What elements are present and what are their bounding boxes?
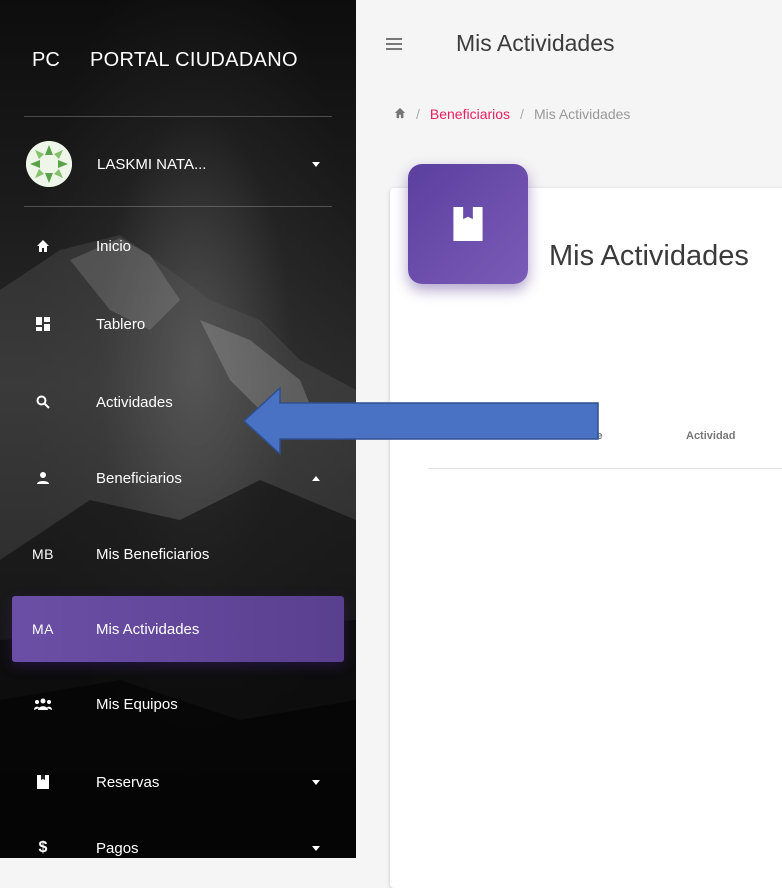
sidebar-item-abbr: MB — [32, 546, 54, 562]
sidebar-item-beneficiarios[interactable]: Beneficiarios — [12, 456, 344, 500]
sidebar-item-label: Tablero — [96, 315, 146, 333]
brand-mini: PC — [32, 48, 60, 71]
sidebar-item-label: Mis Equipos — [96, 695, 178, 713]
sidebar-item-actividades[interactable]: Actividades — [12, 380, 344, 424]
dollar-icon: $ — [38, 839, 48, 856]
sidebar-divider — [24, 206, 332, 207]
activities-card — [390, 188, 782, 888]
chevron-up-icon — [312, 475, 320, 481]
card-header-icon — [408, 164, 528, 284]
sidebar-item-label: Beneficiarios — [96, 469, 182, 487]
dashboard-icon — [32, 313, 54, 335]
avatar-image — [26, 141, 72, 187]
sidebar-item-label: Mis Beneficiarios — [96, 545, 210, 563]
avatar — [26, 141, 72, 187]
group-icon — [32, 693, 54, 715]
sidebar-item-label: Pagos — [96, 839, 139, 857]
brand[interactable]: PC PORTAL CIUDADANO — [0, 40, 356, 80]
table-header-index: # — [497, 430, 504, 442]
sidebar-item-tablero[interactable]: Tablero — [12, 302, 344, 346]
sidebar-item-label: Inicio — [96, 237, 132, 255]
table-header-actividad[interactable]: Actividad — [686, 430, 736, 442]
sidebar: PC PORTAL CIUDADANO LASKMI NATA... Inici… — [0, 0, 356, 858]
card-title: Mis Actividades — [549, 240, 749, 272]
search-icon — [32, 391, 54, 413]
sidebar-item-label: Mis Actividades — [96, 620, 200, 638]
sidebar-item-abbr: MA — [32, 621, 54, 637]
breadcrumb-separator: / — [416, 106, 420, 122]
bookmark-icon — [32, 771, 54, 793]
bookmark-icon — [453, 207, 483, 241]
top-navbar: Mis Actividades — [356, 0, 782, 90]
home-icon[interactable] — [394, 106, 406, 122]
breadcrumb-link-beneficiarios[interactable]: Beneficiarios — [430, 106, 510, 122]
sidebar-item-mis-beneficiarios[interactable]: MB Mis Beneficiarios — [12, 532, 344, 576]
sidebar-item-reservas[interactable]: Reservas — [12, 760, 344, 804]
sidebar-item-inicio[interactable]: Inicio — [12, 224, 344, 268]
table-header-nombre[interactable]: Nombre — [561, 430, 603, 442]
sidebar-item-label: Actividades — [96, 393, 173, 411]
table-header-divider — [428, 468, 782, 469]
sidebar-item-pagos[interactable]: $ Pagos — [12, 826, 344, 858]
sidebar-divider — [24, 116, 332, 117]
user-name: LASKMI NATA... — [97, 155, 207, 173]
sidebar-item-mis-equipos[interactable]: Mis Equipos — [12, 682, 344, 726]
home-icon — [32, 235, 54, 257]
page-title: Mis Actividades — [456, 30, 615, 56]
menu-icon[interactable] — [386, 38, 402, 50]
person-icon — [32, 467, 54, 489]
chevron-down-icon — [312, 779, 320, 785]
chevron-down-icon — [312, 161, 320, 167]
brand-name: PORTAL CIUDADANO — [90, 48, 298, 71]
sidebar-item-mis-actividades[interactable]: MA Mis Actividades — [12, 596, 344, 662]
chevron-down-icon — [312, 845, 320, 851]
breadcrumb-current: Mis Actividades — [533, 106, 631, 122]
breadcrumb-separator: / — [520, 106, 524, 122]
breadcrumb: / Beneficiarios / Mis Actividades — [394, 106, 630, 122]
user-menu[interactable]: LASKMI NATA... — [0, 136, 356, 192]
sidebar-item-label: Reservas — [96, 773, 160, 791]
